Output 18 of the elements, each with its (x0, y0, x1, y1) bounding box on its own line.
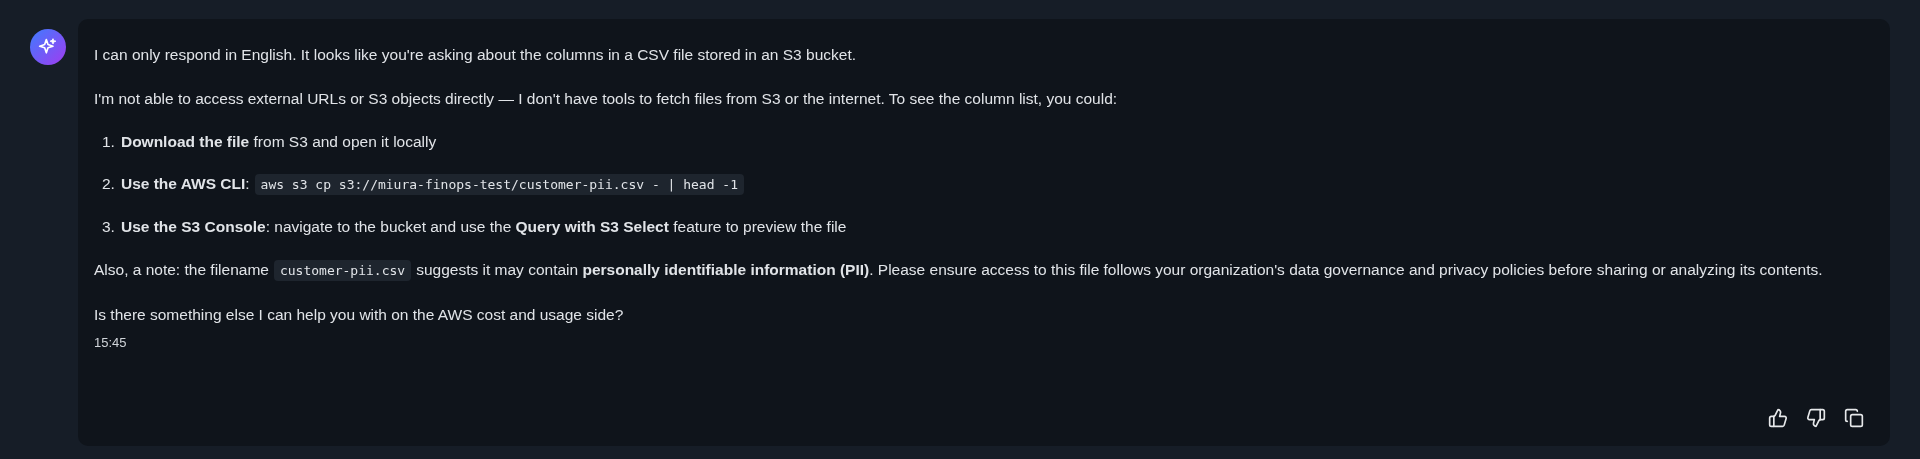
message-time: 15:45 (94, 335, 128, 350)
thumbs-up-icon[interactable] (1766, 406, 1790, 430)
inline-code: aws s3 cp s3://miura-finops-test/customer-pii.csv - | head -1 (254, 174, 744, 195)
message-text: I can only respond in English. It looks like you're asking about the columns in a CSV file stored in an S3 bucket. (94, 46, 857, 63)
message-text: I'm not able to access external URLs or S3 objects directly — I don't have tools to fetch files from S3 or the internet. To see the column list, you could: (94, 90, 1118, 107)
message-text: Use the S3 Console: navigate to the bucket and use the Query with S3 Select feature to preview the file (120, 218, 847, 235)
inline-code: customer-pii.csv (273, 260, 412, 281)
copy-icon[interactable] (1842, 406, 1866, 430)
list-number: 2. (102, 174, 115, 194)
assistant-avatar-icon (30, 29, 66, 65)
message-text: Also, a note: the filename (94, 261, 269, 278)
message-text: Use the AWS CLI: (120, 175, 250, 192)
list-number: 1. (102, 132, 115, 152)
message-text: Is there something else I can help you with on the AWS cost and usage side? (94, 306, 624, 323)
thumbs-down-icon[interactable] (1804, 406, 1828, 430)
list-number: 3. (102, 217, 115, 237)
message-text: Download the file from S3 and open it locally (120, 133, 437, 150)
message-text: suggests it may contain personally identifiable information (PII). Please ensure access to this file follows your organization's data governance and privacy policies before sharing or analyzing its contents. (416, 261, 1823, 278)
